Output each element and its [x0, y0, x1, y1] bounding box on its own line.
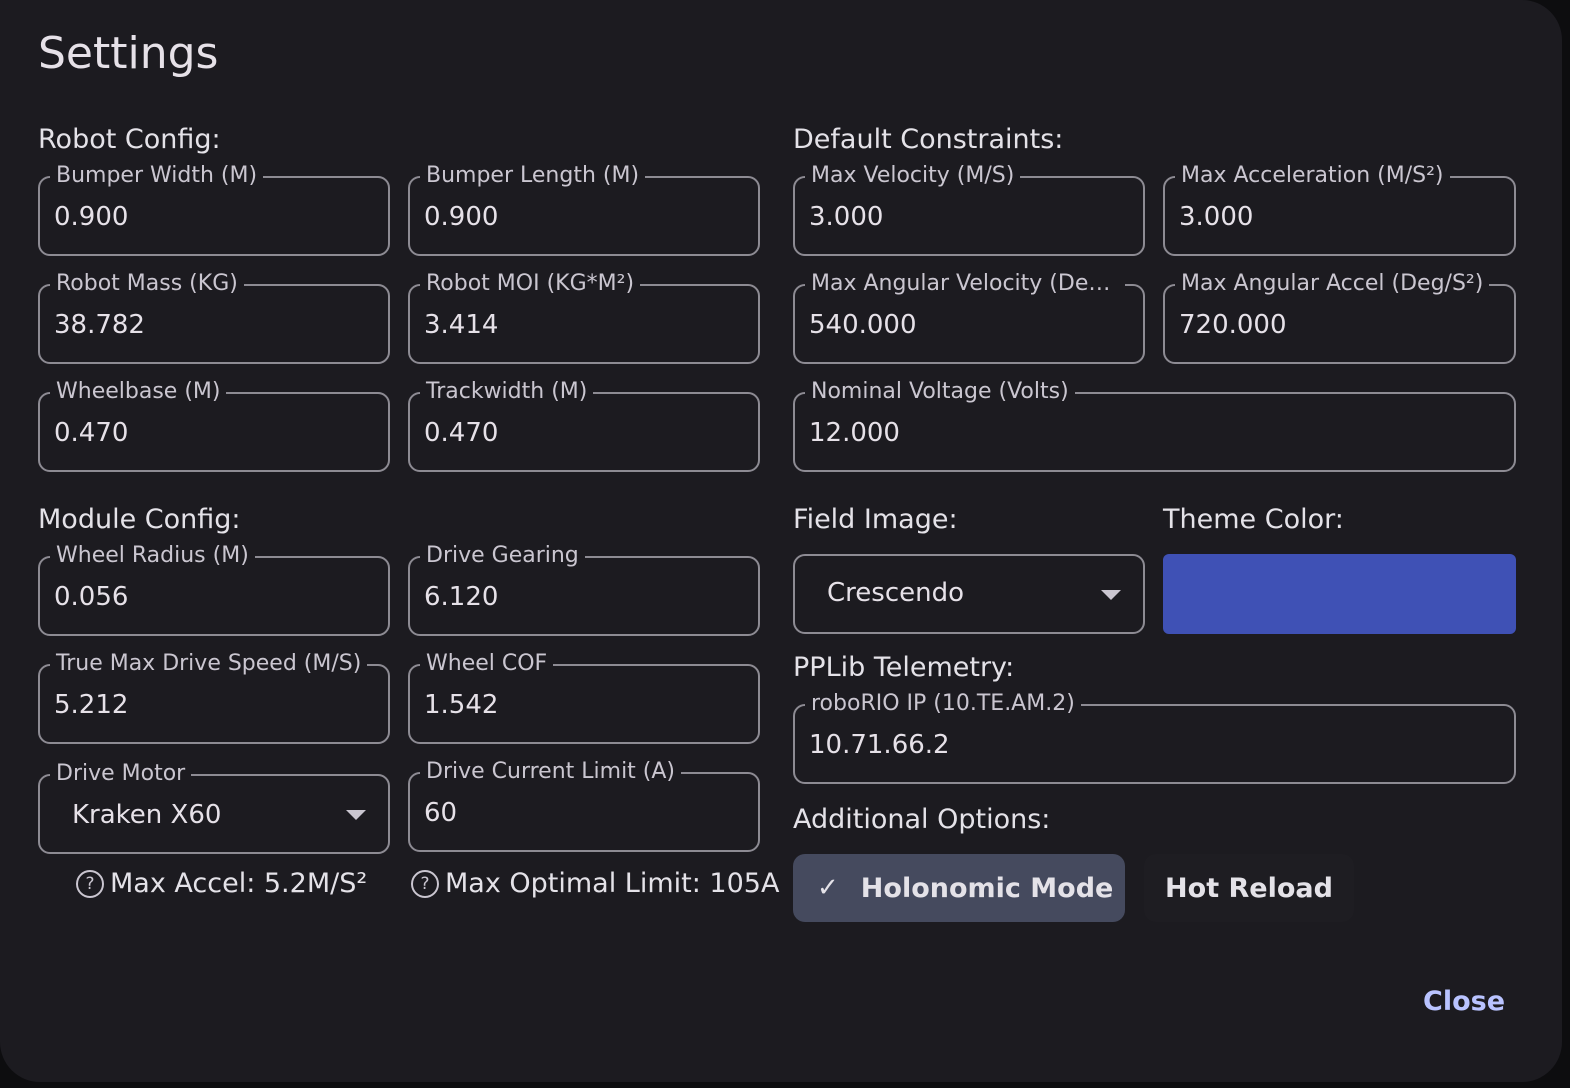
field-label: Wheel COF [420, 650, 554, 678]
field-value[interactable]: 0.900 [54, 202, 128, 232]
field-value[interactable]: 720.000 [1179, 310, 1287, 340]
drive-motor-select[interactable]: Drive Motor Kraken X60 [38, 760, 390, 854]
drive-gearing-field[interactable]: Drive Gearing 6.120 [408, 542, 760, 636]
field-label: Max Velocity (M/S) [805, 162, 1021, 190]
max-accel-hint: ? Max Accel: 5.2M/S² [76, 868, 367, 899]
field-value[interactable]: 3.000 [1179, 202, 1253, 232]
field-label: Bumper Length (M) [420, 162, 646, 190]
field-value[interactable]: 38.782 [54, 310, 145, 340]
help-circle-icon[interactable]: ? [76, 869, 104, 898]
field-value[interactable]: 5.212 [54, 690, 128, 720]
field-label: Bumper Width (M) [50, 162, 264, 190]
max-angular-accel-field[interactable]: Max Angular Accel (Deg/S²) 720.000 [1163, 270, 1516, 364]
field-label: Nominal Voltage (Volts) [805, 378, 1075, 406]
check-icon: ✓ [817, 873, 839, 903]
drive-current-limit-field[interactable]: Drive Current Limit (A) 60 [408, 758, 760, 852]
default-constraints-heading: Default Constraints: [793, 124, 1064, 155]
theme-color-swatch[interactable] [1163, 554, 1516, 634]
field-value[interactable]: 0.900 [424, 202, 498, 232]
field-value[interactable]: 540.000 [809, 310, 917, 340]
theme-color-heading: Theme Color: [1163, 504, 1344, 535]
chip-label: Hot Reload [1165, 872, 1333, 904]
field-label: True Max Drive Speed (M/S) [50, 650, 368, 678]
field-label: Drive Current Limit (A) [420, 758, 682, 786]
field-value[interactable]: 1.542 [424, 690, 498, 720]
field-label: roboRIO IP (10.TE.AM.2) [805, 690, 1081, 718]
field-value[interactable]: 60 [424, 798, 457, 828]
module-config-heading: Module Config: [38, 504, 241, 535]
chevron-down-icon[interactable] [1101, 590, 1121, 600]
max-acceleration-field[interactable]: Max Acceleration (M/S²) 3.000 [1163, 162, 1516, 256]
robot-mass-field[interactable]: Robot Mass (KG) 38.782 [38, 270, 390, 364]
close-button[interactable]: Close [1423, 986, 1505, 1017]
field-label: Max Angular Velocity (Deg... [805, 270, 1125, 298]
robot-moi-field[interactable]: Robot MOI (KG*M²) 3.414 [408, 270, 760, 364]
field-value[interactable]: 0.470 [54, 418, 128, 448]
additional-options-heading: Additional Options: [793, 804, 1051, 835]
field-label: Wheel Radius (M) [50, 542, 255, 570]
roborio-ip-field[interactable]: roboRIO IP (10.TE.AM.2) 10.71.66.2 [793, 690, 1516, 784]
field-label: Wheelbase (M) [50, 378, 227, 406]
holonomic-mode-chip[interactable]: ✓ Holonomic Mode [793, 854, 1125, 922]
wheel-cof-field[interactable]: Wheel COF 1.542 [408, 650, 760, 744]
hint-text: Max Optimal Limit: 105A [445, 868, 780, 899]
chip-label: Holonomic Mode [860, 872, 1114, 904]
field-value[interactable]: 6.120 [424, 582, 498, 612]
help-circle-icon[interactable]: ? [411, 869, 439, 898]
wheel-radius-field[interactable]: Wheel Radius (M) 0.056 [38, 542, 390, 636]
field-label: Drive Motor [50, 760, 192, 788]
wheelbase-field[interactable]: Wheelbase (M) 0.470 [38, 378, 390, 472]
max-angular-velocity-field[interactable]: Max Angular Velocity (Deg... 540.000 [793, 270, 1145, 364]
robot-config-heading: Robot Config: [38, 124, 221, 155]
settings-dialog: Settings Robot Config: Bumper Width (M) … [0, 0, 1562, 1082]
chevron-down-icon[interactable] [346, 810, 366, 820]
field-label: Max Acceleration (M/S²) [1175, 162, 1450, 190]
field-image-heading: Field Image: [793, 504, 958, 535]
field-label: Drive Gearing [420, 542, 585, 570]
bumper-length-field[interactable]: Bumper Length (M) 0.900 [408, 162, 760, 256]
max-optimal-limit-hint: ? Max Optimal Limit: 105A [411, 868, 779, 899]
dialog-title: Settings [38, 28, 219, 79]
true-max-drive-speed-field[interactable]: True Max Drive Speed (M/S) 5.212 [38, 650, 390, 744]
field-value[interactable]: 12.000 [809, 418, 900, 448]
pplib-telemetry-heading: PPLib Telemetry: [793, 652, 1015, 683]
field-value[interactable]: 10.71.66.2 [809, 730, 950, 760]
selected-value: Crescendo [827, 578, 964, 608]
field-label: Trackwidth (M) [420, 378, 594, 406]
field-value[interactable]: 0.470 [424, 418, 498, 448]
field-value[interactable]: 3.000 [809, 202, 883, 232]
bumper-width-field[interactable]: Bumper Width (M) 0.900 [38, 162, 390, 256]
max-velocity-field[interactable]: Max Velocity (M/S) 3.000 [793, 162, 1145, 256]
field-label: Max Angular Accel (Deg/S²) [1175, 270, 1490, 298]
field-label: Robot Mass (KG) [50, 270, 244, 298]
selected-value: Kraken X60 [72, 800, 222, 830]
field-image-select[interactable]: Crescendo [793, 554, 1145, 634]
field-value[interactable]: 0.056 [54, 582, 128, 612]
field-label: Robot MOI (KG*M²) [420, 270, 641, 298]
nominal-voltage-field[interactable]: Nominal Voltage (Volts) 12.000 [793, 378, 1516, 472]
trackwidth-field[interactable]: Trackwidth (M) 0.470 [408, 378, 760, 472]
hot-reload-chip[interactable]: Hot Reload [1144, 854, 1354, 922]
field-value[interactable]: 3.414 [424, 310, 498, 340]
hint-text: Max Accel: 5.2M/S² [110, 868, 368, 899]
